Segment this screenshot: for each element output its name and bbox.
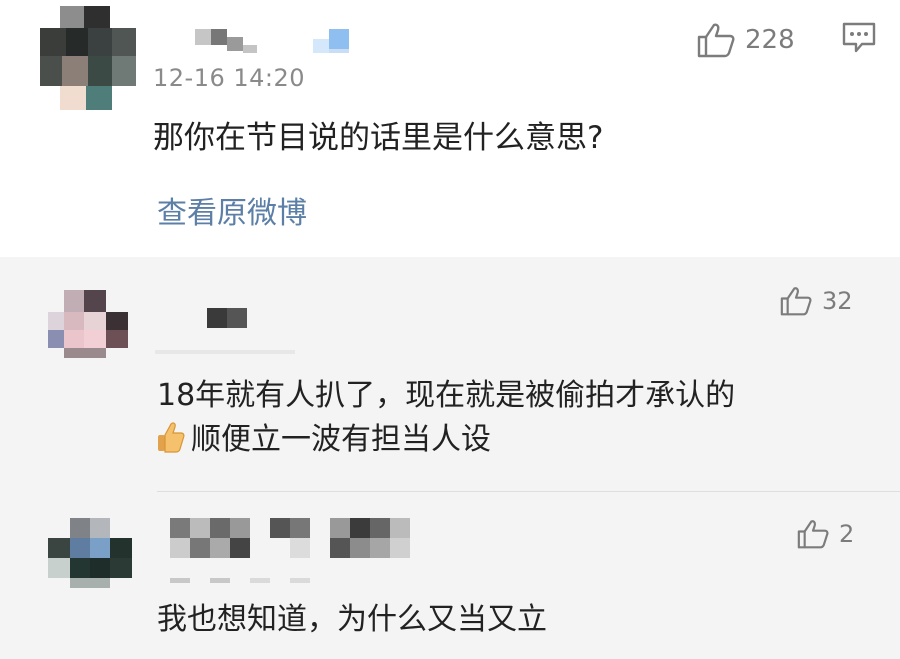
like-count: 32: [822, 287, 853, 315]
reply-avatar[interactable]: [48, 290, 128, 362]
like-count: 228: [745, 25, 795, 55]
reply-text-line: 18年就有人扒了，现在就是被偷拍才承认的: [157, 378, 736, 413]
reply-like-button[interactable]: 2: [797, 519, 854, 549]
message-bubble-icon[interactable]: [842, 22, 876, 58]
view-original-link[interactable]: 查看原微博: [157, 188, 307, 232]
reply-avatar[interactable]: [48, 518, 132, 590]
reply-text: 18年就有人扒了，现在就是被偷拍才承认的 顺便立一波有担当人设: [157, 374, 735, 466]
reply-username[interactable]: [155, 308, 295, 358]
thumbs-up-emoji-icon: [157, 421, 185, 466]
like-count: 2: [839, 520, 855, 548]
reply-divider: [157, 491, 900, 492]
thumbs-up-icon: [697, 22, 735, 58]
main-comment: 12-16 14:20 那你在节目说的话里是什么意思? 查看原微博 228: [0, 0, 900, 257]
avatar[interactable]: [40, 6, 136, 110]
thumbs-up-icon: [780, 286, 812, 316]
reply-username[interactable]: [170, 518, 420, 588]
comment-timestamp: 12-16 14:20: [153, 64, 306, 92]
like-button[interactable]: 228: [697, 22, 795, 58]
reply-text: 我也想知道，为什么又当又立: [157, 602, 547, 637]
comment-text: 那你在节目说的话里是什么意思?: [153, 120, 604, 156]
reply-text-segment: 顺便立一波有担当人设: [191, 422, 491, 457]
username[interactable]: [195, 27, 355, 57]
reply-text-line: 顺便立一波有担当人设: [157, 418, 735, 466]
reply-like-button[interactable]: 32: [780, 286, 853, 316]
thumbs-up-icon: [797, 519, 829, 549]
